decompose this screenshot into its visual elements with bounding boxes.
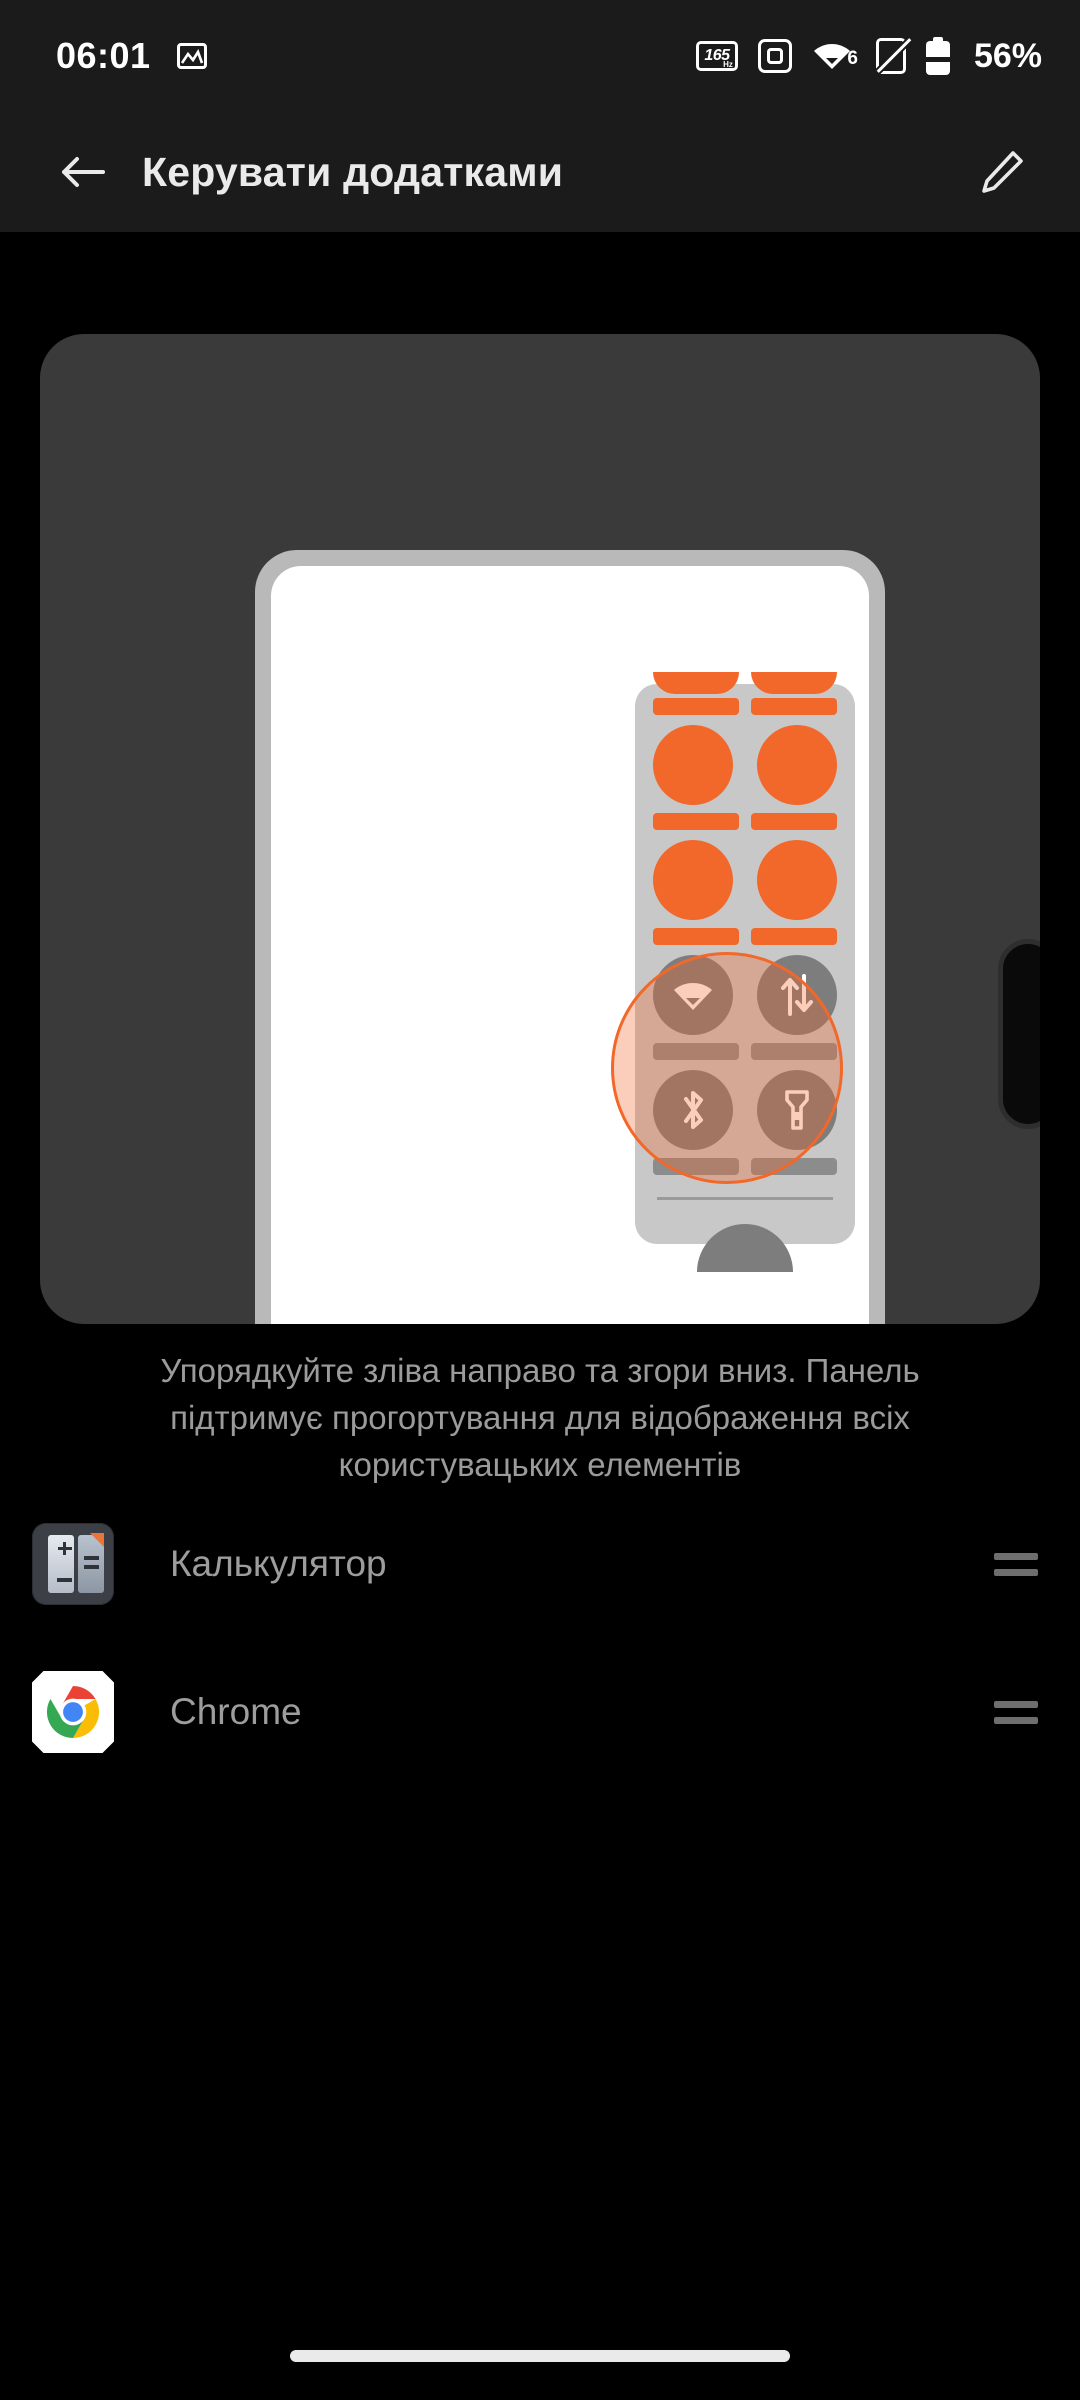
illustration-card [40, 334, 1040, 1324]
qs-tile-row-2 [653, 840, 837, 920]
qs-label-row-1 [653, 698, 837, 715]
battery-percent: 56% [973, 36, 1042, 75]
screen-rotation-icon [757, 39, 792, 73]
instructions-text: Упорядкуйте зліва направо та згори вниз.… [160, 1352, 920, 1483]
home-indicator[interactable] [290, 2350, 790, 2362]
back-button[interactable] [46, 136, 118, 208]
qs-label-row-2 [653, 813, 837, 830]
qs-label-row-3 [653, 928, 837, 945]
app-bar: Керувати додатками [0, 112, 1080, 232]
status-bar: 06:01 165 Hz 6 56% [0, 0, 1080, 112]
quick-settings-panel-mock [611, 672, 855, 1272]
app-list: Калькулятор Chrome [0, 1490, 1080, 1786]
phone-mockup-screen [271, 566, 869, 1324]
battery-icon [925, 37, 950, 75]
chrome-icon [32, 1671, 114, 1753]
list-item[interactable]: Chrome [0, 1638, 1080, 1786]
list-item-label: Chrome [170, 1691, 302, 1732]
status-bar-right: 165 Hz 6 56% [695, 36, 1042, 76]
arrow-left-icon [62, 157, 105, 187]
mute-icon [875, 38, 912, 74]
qs-drag-handle-mock [697, 1224, 793, 1272]
drag-handle-icon[interactable] [994, 1552, 1038, 1576]
navigation-bar [0, 2300, 1080, 2400]
status-bar-clock: 06:01 [56, 35, 151, 76]
qs-tile-row-1 [653, 725, 837, 805]
calculator-icon [32, 1523, 114, 1605]
edit-button[interactable] [964, 134, 1040, 210]
status-bar-left: 06:01 [56, 35, 207, 77]
adjacent-card-edge [998, 939, 1040, 1129]
touch-gesture-indicator [611, 952, 843, 1184]
refresh-rate-icon: 165 Hz [695, 41, 738, 71]
wifi-6-icon: 6 [812, 40, 858, 72]
qs-divider [657, 1197, 833, 1200]
list-item[interactable]: Калькулятор [0, 1490, 1080, 1638]
pencil-icon [982, 151, 1023, 193]
qs-partial-tiles [653, 672, 837, 694]
drag-handle-icon[interactable] [994, 1700, 1038, 1724]
page-title: Керувати додатками [142, 148, 564, 195]
screenshot-icon [176, 43, 207, 69]
list-item-label: Калькулятор [170, 1543, 387, 1584]
phone-mockup [255, 550, 885, 1324]
phone-screen: 06:01 165 Hz 6 56% Керувати додатками Уп… [0, 0, 1080, 2400]
